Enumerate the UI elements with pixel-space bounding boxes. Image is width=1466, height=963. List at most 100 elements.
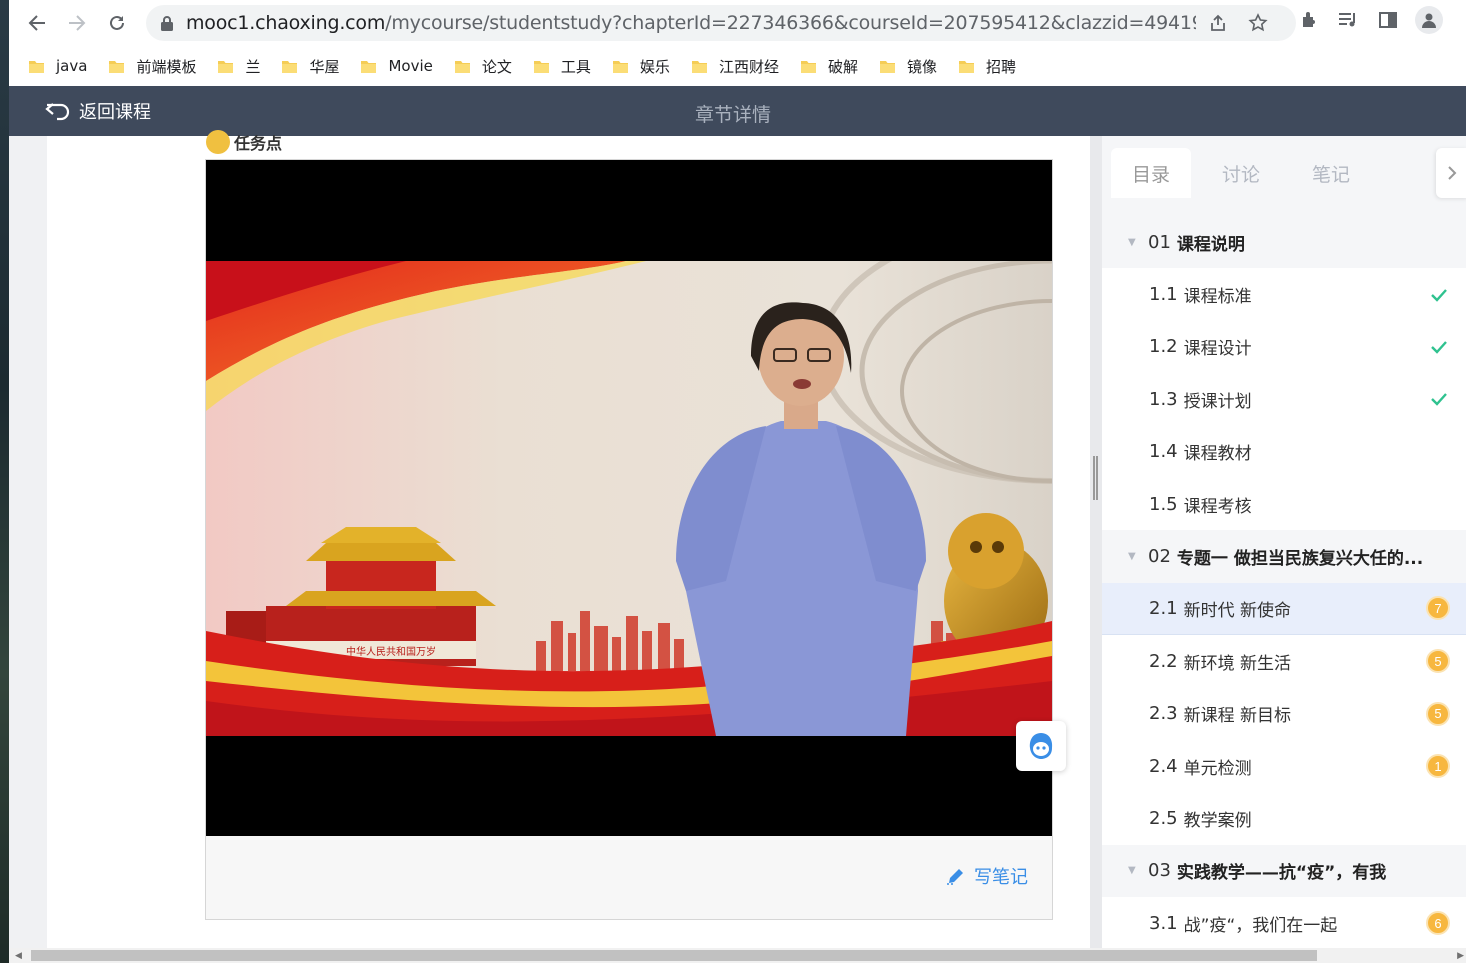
bookmark-item[interactable]: 华屋	[282, 56, 339, 77]
share-icon[interactable]	[1208, 13, 1228, 33]
chapter-title: 专题一 做担当民族复兴大任的...	[1176, 549, 1424, 570]
section-row[interactable]: 3.1 战”疫“，我们在一起 6	[1102, 897, 1466, 950]
task-count-badge: 7	[1426, 596, 1450, 621]
section-row[interactable]: 1.2 课程设计	[1102, 320, 1466, 374]
scroll-left-icon[interactable]: ◀	[15, 951, 22, 961]
section-number: 1.1	[1149, 284, 1178, 306]
bookmark-star-icon[interactable]	[1248, 13, 1268, 33]
section-number: 2.2	[1149, 650, 1178, 672]
section-row[interactable]: 2.1 新时代 新使命 7	[1102, 582, 1466, 636]
profile-avatar-icon[interactable]	[1415, 6, 1443, 34]
bookmark-label: 工具	[560, 57, 591, 76]
section-title: 新时代 新使命	[1183, 600, 1292, 621]
checkmark-icon	[1431, 393, 1447, 407]
bookmark-item[interactable]: Movie	[361, 57, 433, 75]
bookmark-item[interactable]: 前端模板	[109, 56, 196, 77]
section-title: 授课计划	[1183, 391, 1252, 412]
tab-catalog[interactable]: 目录	[1111, 148, 1191, 198]
bookmark-label: 招聘	[985, 57, 1016, 76]
task-point-heading: 任务点	[206, 130, 282, 154]
section-title: 课程教材	[1183, 444, 1252, 465]
media-control-icon[interactable]	[1336, 8, 1360, 32]
panel-splitter[interactable]	[1090, 136, 1102, 948]
folder-icon	[691, 61, 707, 73]
section-number: 1.5	[1149, 493, 1178, 515]
bookmark-item[interactable]: 工具	[533, 56, 591, 77]
splitter-handle[interactable]	[1093, 456, 1098, 500]
chevron-right-icon[interactable]	[1436, 148, 1466, 198]
folder-icon	[454, 61, 470, 73]
folder-icon	[533, 61, 549, 73]
video-player[interactable]: 中华人民共和国万岁	[206, 160, 1052, 836]
horizontal-scrollbar[interactable]: ◀ ▶	[9, 948, 1466, 963]
section-row[interactable]: 1.1 课程标准	[1102, 268, 1466, 321]
bookmark-item[interactable]: 招聘	[958, 56, 1016, 77]
bookmark-label: Movie	[388, 57, 433, 75]
section-number: 2.5	[1149, 807, 1178, 829]
bookmarks-bar: java 前端模板 兰 华屋 Movie 论文 工具 娱乐 江西财经 破解 镜像 招聘	[9, 46, 1466, 86]
pencil-icon	[947, 869, 963, 885]
section-number: 2.1	[1149, 597, 1178, 619]
section-row[interactable]: 2.4 单元检测 1	[1102, 739, 1466, 793]
section-number: 2.4	[1149, 755, 1178, 777]
section-row[interactable]: 1.5 课程考核	[1102, 477, 1466, 531]
checkmark-icon	[1431, 288, 1447, 302]
forward-icon[interactable]	[57, 3, 97, 43]
extensions-icon[interactable]	[1297, 8, 1321, 32]
chapter-row[interactable]: ▼ 03 实践教学——抗“疫”，有我	[1102, 844, 1466, 898]
section-row[interactable]: 1.3 授课计划	[1102, 373, 1466, 426]
scroll-right-icon[interactable]: ▶	[1457, 951, 1464, 961]
bookmark-label: 破解	[827, 57, 858, 76]
bookmark-item[interactable]: 论文	[454, 56, 512, 77]
reload-icon[interactable]	[97, 3, 137, 43]
url-text: mooc1.chaoxing.com/mycourse/studentstudy…	[186, 12, 1196, 34]
bookmark-label: 江西财经	[718, 57, 779, 76]
bookmark-item[interactable]: 破解	[800, 56, 858, 77]
chapter-title: 课程说明	[1176, 234, 1245, 255]
video-card: 中华人民共和国万岁 写笔记	[205, 159, 1053, 920]
bookmark-item[interactable]: java	[29, 57, 87, 75]
back-icon[interactable]	[17, 3, 57, 43]
task-count-badge: 5	[1426, 649, 1450, 674]
page-title: 章节详情	[694, 104, 771, 126]
svg-text:中华人民共和国万岁: 中华人民共和国万岁	[346, 645, 436, 658]
section-row[interactable]: 2.5 教学案例	[1102, 792, 1466, 845]
bookmark-label: 娱乐	[639, 57, 670, 76]
bookmark-item[interactable]: 娱乐	[612, 56, 670, 77]
caret-down-icon: ▼	[1128, 551, 1136, 563]
bookmark-label: 论文	[481, 57, 512, 76]
bookmark-item[interactable]: 镜像	[879, 56, 937, 77]
folder-icon	[612, 61, 628, 73]
chapter-number: 03	[1148, 860, 1171, 882]
tab-notes[interactable]: 笔记	[1291, 148, 1371, 198]
section-title: 课程设计	[1183, 339, 1252, 360]
chapter-title: 实践教学——抗“疫”，有我	[1176, 863, 1387, 884]
bookmark-item[interactable]: 江西财经	[691, 56, 779, 77]
folder-icon	[218, 61, 234, 73]
caret-down-icon: ▼	[1128, 236, 1136, 248]
section-title: 新课程 新目标	[1183, 706, 1292, 727]
write-note-button[interactable]: 写笔记	[946, 863, 1028, 889]
task-point-icon	[206, 130, 230, 154]
bookmark-item[interactable]: 兰	[218, 56, 260, 77]
scrollbar-thumb[interactable]	[31, 950, 1317, 961]
side-panel-icon[interactable]	[1376, 8, 1400, 32]
chapter-row[interactable]: ▼ 01 课程说明	[1102, 216, 1466, 269]
desktop-background-strip	[0, 0, 9, 963]
chapter-number: 02	[1148, 546, 1171, 568]
section-number: 1.4	[1149, 441, 1178, 463]
folder-icon	[282, 61, 298, 73]
chapter-row[interactable]: ▼ 02 专题一 做担当民族复兴大任的...	[1102, 530, 1466, 583]
section-row[interactable]: 1.4 课程教材	[1102, 425, 1466, 478]
tab-discussion[interactable]: 讨论	[1201, 148, 1281, 198]
chapter-number: 01	[1148, 231, 1171, 253]
task-count-badge: 1	[1426, 754, 1450, 779]
address-bar[interactable]: mooc1.chaoxing.com/mycourse/studentstudy…	[146, 5, 1296, 41]
caret-down-icon: ▼	[1128, 865, 1136, 877]
folder-icon	[29, 61, 44, 73]
section-title: 课程考核	[1183, 496, 1252, 517]
floating-assistant-button[interactable]	[1016, 721, 1066, 771]
bookmark-label: 前端模板	[136, 57, 197, 76]
section-row[interactable]: 2.2 新环境 新生活 5	[1102, 635, 1466, 688]
section-row[interactable]: 2.3 新课程 新目标 5	[1102, 687, 1466, 740]
